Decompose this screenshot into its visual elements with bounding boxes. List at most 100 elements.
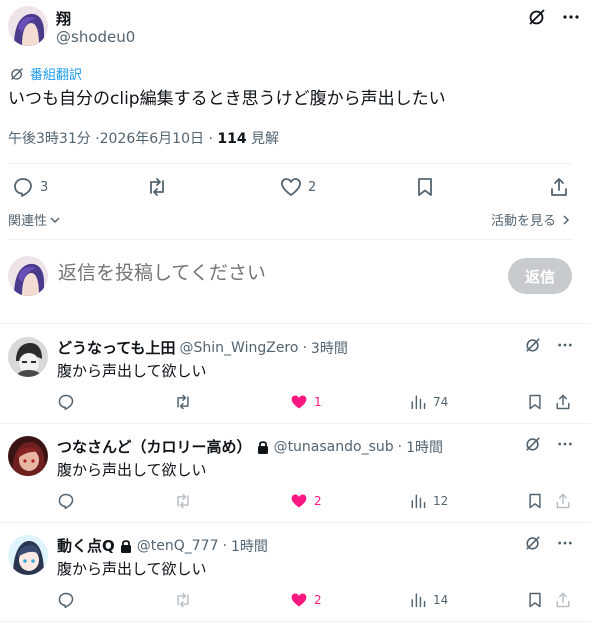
analytics-icon (409, 591, 427, 609)
repost-icon (174, 492, 192, 510)
reply-icon (12, 176, 34, 198)
bookmark-button[interactable] (526, 591, 544, 609)
views-label: 見解 (251, 131, 280, 147)
bookmark-icon (414, 176, 436, 198)
post-meta: 午後3時31分 ·2026年6月10日 · 114 見解 (8, 128, 279, 148)
analytics-icon (409, 492, 427, 510)
reply-author-name[interactable]: 動く点Q (57, 535, 115, 556)
reply-button[interactable]: 3 (12, 176, 48, 198)
repost-icon (174, 591, 192, 609)
author-name[interactable]: 翔 (56, 8, 71, 29)
submit-reply-button[interactable]: 返信 (508, 258, 572, 294)
reply-time[interactable]: 1時間 (406, 437, 443, 457)
reply-action-bar: 2 14 (57, 591, 572, 611)
compose-avatar (8, 256, 48, 296)
like-button[interactable]: 2 (290, 492, 322, 510)
like-button[interactable]: 1 (290, 393, 322, 411)
views-count: 114 (217, 131, 247, 147)
reply-item[interactable]: 動く点Q @tenQ_777 · 1時間 腹から声出して欲しい 2 14 (0, 523, 591, 621)
repost-icon (146, 176, 168, 198)
grok-icon[interactable] (525, 436, 541, 452)
repost-button[interactable] (146, 176, 168, 198)
heart-filled-icon (290, 393, 308, 411)
repost-icon (174, 393, 192, 411)
reply-button[interactable] (57, 393, 75, 411)
chevron-right-icon (560, 214, 572, 226)
views-count: 74 (433, 395, 449, 409)
reply-author-name[interactable]: どうなっても上田 (57, 337, 176, 358)
reply-author-handle[interactable]: @tunasando_sub (274, 439, 394, 455)
reply-avatar[interactable] (8, 535, 48, 575)
more-options-icon[interactable] (557, 535, 573, 551)
bookmark-button[interactable] (414, 176, 436, 198)
reply-author-handle[interactable]: @Shin_WingZero (180, 340, 299, 356)
heart-filled-icon (290, 492, 308, 510)
reply-action-bar: 2 12 (57, 492, 572, 512)
author-handle[interactable]: @shodeu0 (56, 28, 135, 46)
reply-item[interactable]: どうなっても上田 @Shin_WingZero · 3時間 腹から声出して欲しい… (0, 325, 591, 423)
author-avatar[interactable] (8, 6, 48, 46)
bookmark-icon (526, 492, 544, 510)
reply-icon (57, 492, 75, 510)
views-button[interactable]: 12 (409, 492, 448, 510)
reply-separator: · (397, 438, 403, 455)
views-button[interactable]: 74 (409, 393, 448, 411)
like-button[interactable]: 2 (290, 591, 322, 609)
translate-icon (10, 67, 24, 81)
reply-separator: · (302, 339, 307, 356)
post-text: いつも自分のclip編集するとき思うけど腹から声出したい (8, 89, 446, 109)
repost-button[interactable] (174, 393, 192, 411)
bookmark-icon (526, 591, 544, 609)
reply-text: 腹から声出して欲しい (57, 461, 207, 479)
like-count: 2 (314, 494, 322, 508)
analytics-icon (409, 393, 427, 411)
views-count: 14 (433, 593, 449, 607)
reply-avatar[interactable] (8, 337, 48, 377)
like-count: 2 (308, 179, 317, 195)
like-button[interactable]: 2 (280, 176, 316, 198)
relevance-dropdown[interactable]: 関連性 (8, 210, 61, 229)
activity-link[interactable]: 活動を見る (491, 210, 572, 229)
share-button[interactable] (554, 591, 572, 609)
share-button[interactable] (554, 492, 572, 510)
reply-button[interactable] (57, 492, 75, 510)
share-button[interactable] (554, 393, 572, 411)
reply-time[interactable]: 1時間 (231, 536, 268, 556)
bookmark-button[interactable] (526, 393, 544, 411)
post-header: 翔 @shodeu0 (8, 6, 580, 50)
post-time[interactable]: 午後3時31分 (8, 131, 91, 147)
share-button[interactable] (548, 176, 570, 198)
relevance-label: 関連性 (8, 214, 48, 229)
reply-text: 腹から声出して欲しい (57, 362, 207, 380)
share-icon (548, 176, 570, 198)
reply-item[interactable]: つなさんど（カロリー高め） @tunasando_sub · 1時間 腹から声出… (0, 424, 591, 522)
post-action-bar: 3 2 (8, 176, 574, 198)
reply-avatar[interactable] (8, 436, 48, 476)
bookmark-button[interactable] (526, 492, 544, 510)
share-icon (554, 492, 572, 510)
post-date[interactable]: 2026年6月10日 (100, 131, 204, 147)
repost-button[interactable] (174, 492, 192, 510)
translate-label: 番組翻訳 (30, 68, 83, 83)
divider (0, 323, 591, 324)
reply-time[interactable]: 3時間 (311, 338, 348, 358)
reply-author-name[interactable]: つなさんど（カロリー高め） (57, 436, 252, 457)
reply-button[interactable] (57, 591, 75, 609)
reply-compose-input[interactable] (58, 262, 478, 284)
translate-link[interactable]: 番組翻訳 (10, 64, 82, 83)
more-options-icon[interactable] (557, 436, 573, 452)
divider (0, 621, 591, 622)
reply-author-handle[interactable]: @tenQ_777 (137, 538, 219, 554)
heart-filled-icon (290, 591, 308, 609)
views-button[interactable]: 14 (409, 591, 448, 609)
activity-label: 活動を見る (490, 214, 556, 229)
reply-action-bar: 1 74 (57, 393, 572, 413)
heart-icon (280, 176, 302, 198)
meta-separator: · (208, 131, 213, 147)
grok-icon[interactable] (525, 535, 541, 551)
grok-icon[interactable] (525, 337, 541, 353)
repost-button[interactable] (174, 591, 192, 609)
more-options-icon[interactable] (557, 337, 573, 353)
more-options-icon[interactable] (562, 8, 580, 26)
grok-icon[interactable] (528, 8, 546, 26)
